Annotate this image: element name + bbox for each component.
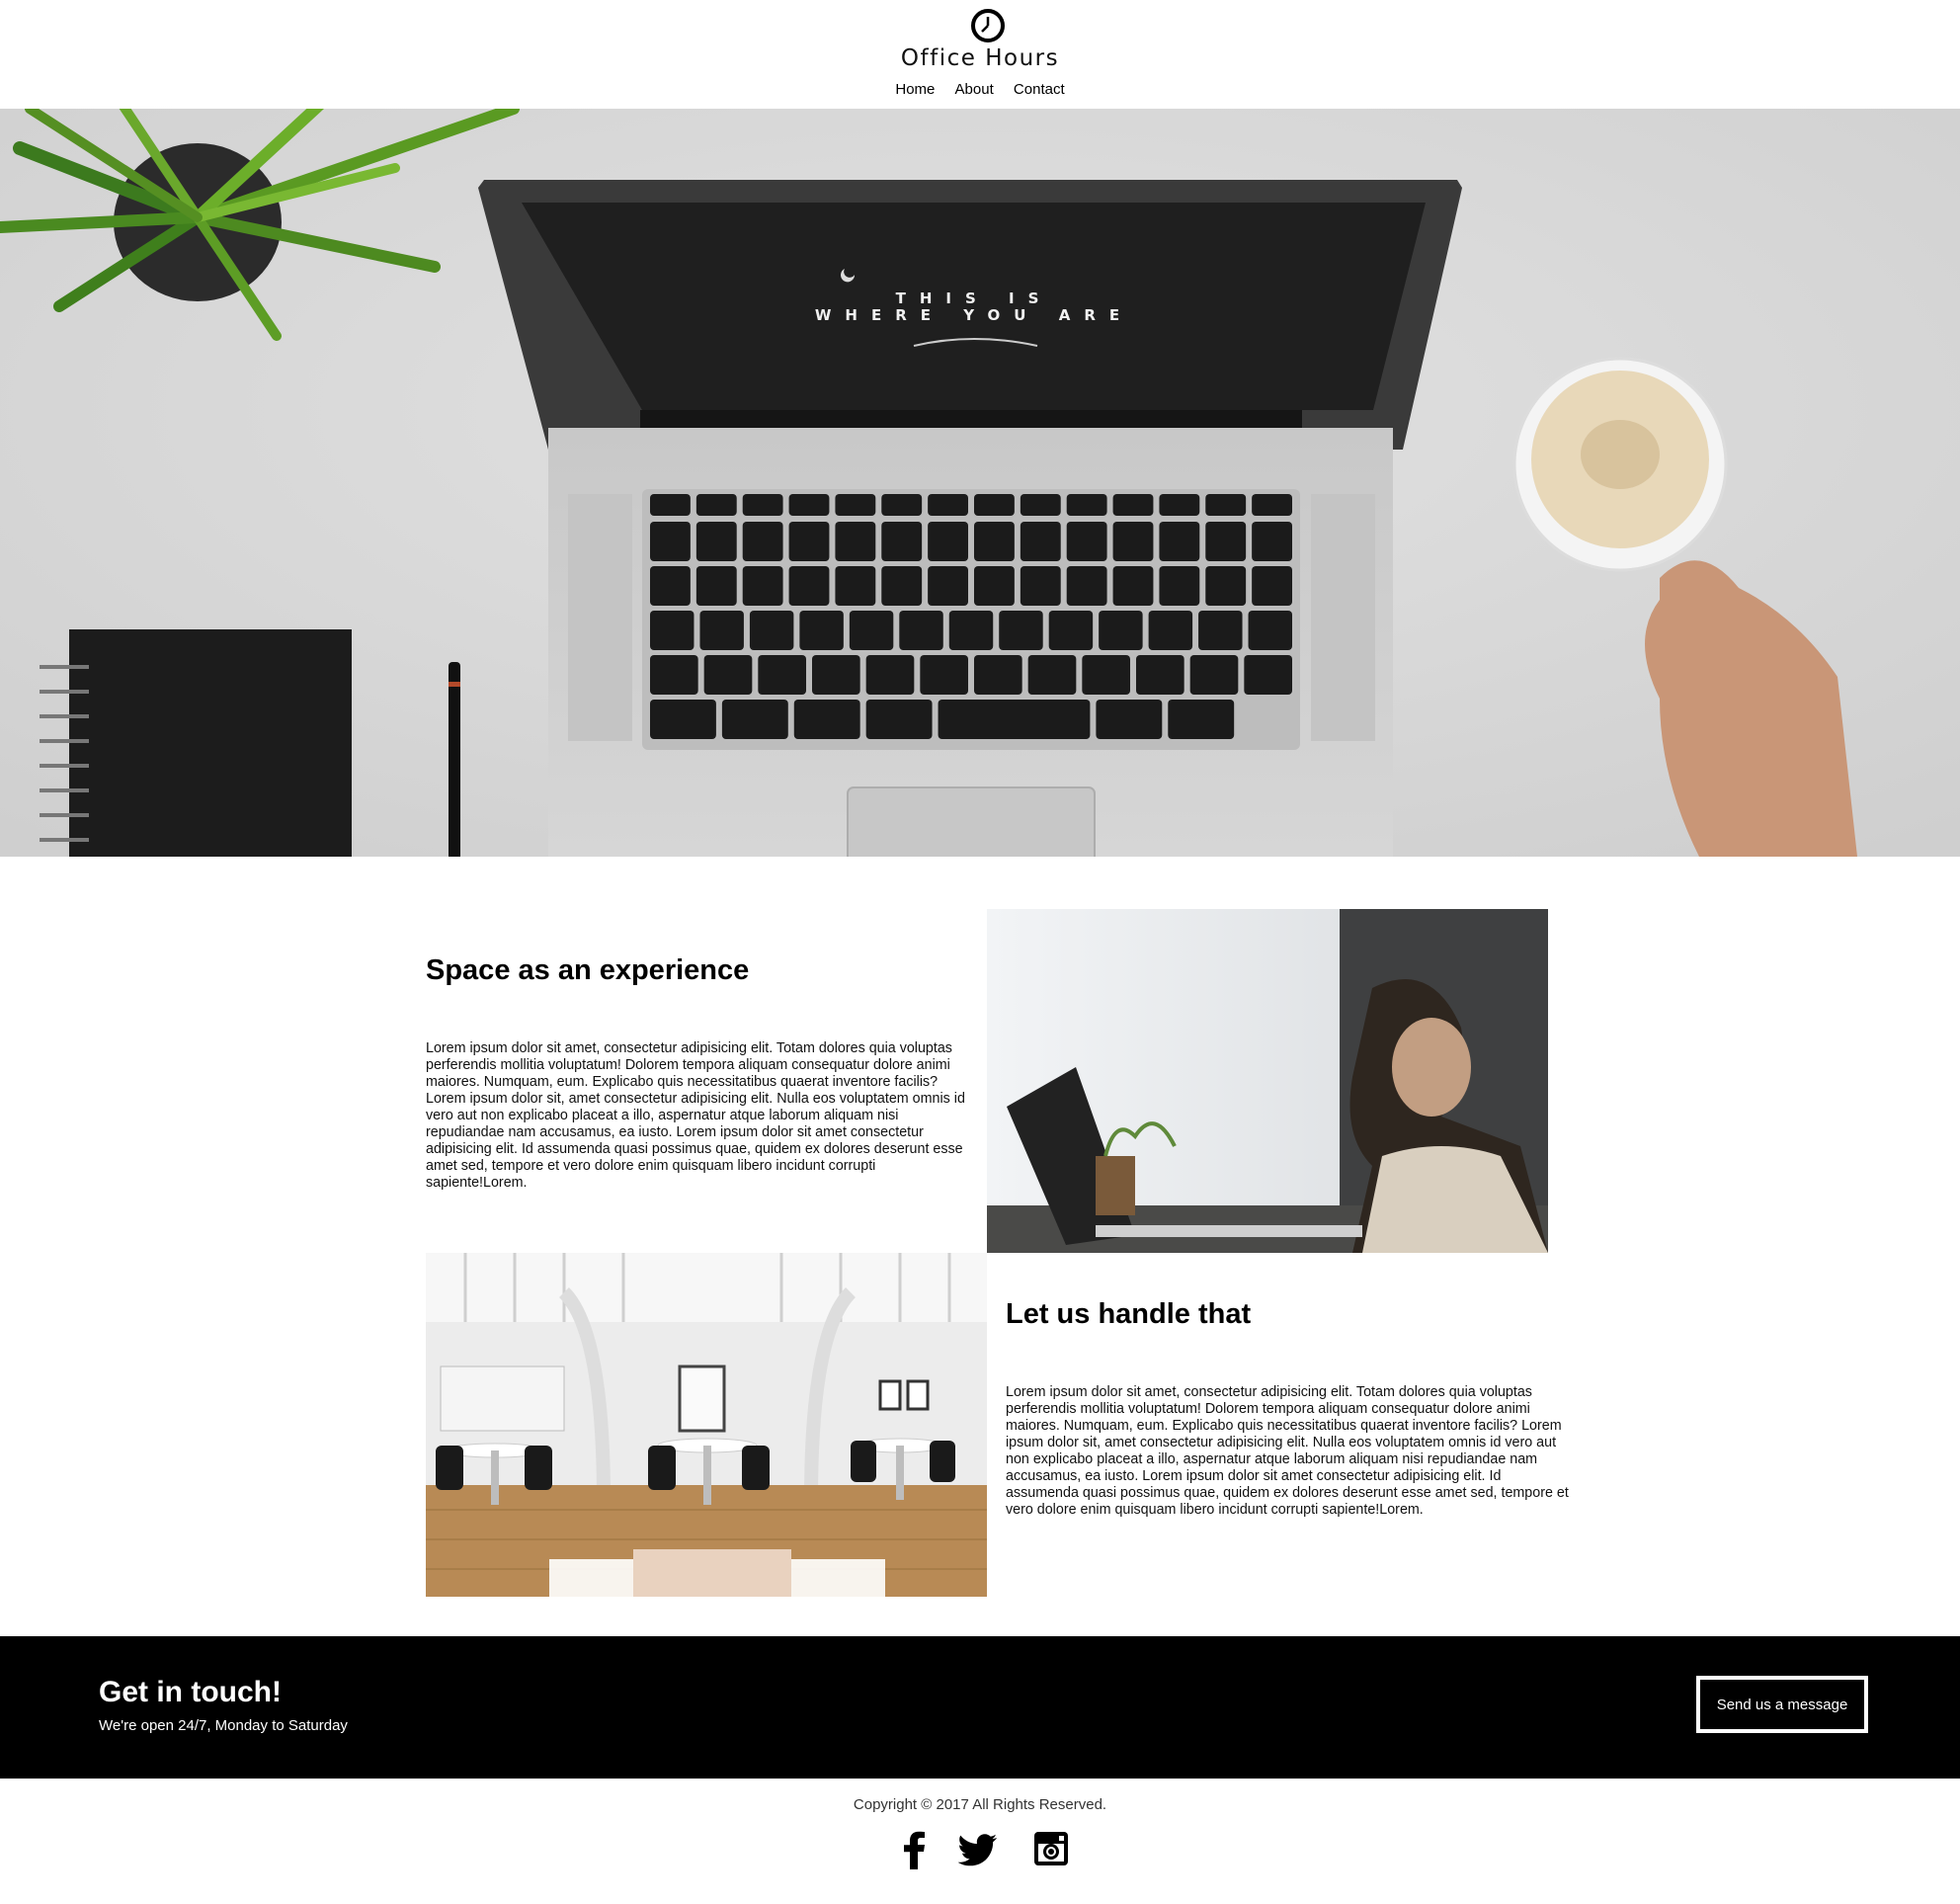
- nav-about[interactable]: About: [955, 81, 994, 98]
- notebook-illustration: [40, 629, 352, 857]
- contact-subtitle: We're open 24/7, Monday to Saturday: [99, 1717, 348, 1734]
- woman-with-laptop-photo: [987, 909, 1548, 1253]
- feature-1-body: Lorem ipsum dolor sit amet, consectetur …: [426, 1040, 965, 1191]
- screen-line-2: WHERE YOU ARE: [815, 306, 1133, 324]
- main-nav: Home About Contact: [0, 81, 1960, 98]
- brand-name[interactable]: Office Hours: [0, 45, 1960, 71]
- office-room-photo: [426, 1253, 987, 1597]
- hero-image: THIS IS WHERE YOU ARE: [0, 109, 1960, 857]
- copyright-text: Copyright © 2017 All Rights Reserved.: [853, 1796, 1107, 1813]
- coffee-cup-illustration: [1512, 357, 1728, 572]
- feature-2: Let us handle that Lorem ipsum dolor sit…: [1006, 1296, 1569, 1519]
- send-message-button[interactable]: Send us a message: [1696, 1676, 1868, 1733]
- pen-illustration: [449, 662, 460, 857]
- twitter-icon[interactable]: [958, 1830, 998, 1869]
- facebook-icon[interactable]: [895, 1830, 935, 1869]
- instagram-icon[interactable]: [1032, 1830, 1072, 1869]
- clock-icon: [971, 9, 1005, 42]
- laptop-illustration: THIS IS WHERE YOU ARE: [478, 180, 1462, 857]
- contact-band: Get in touch! We're open 24/7, Monday to…: [0, 1636, 1960, 1779]
- feature-2-title: Let us handle that: [1006, 1298, 1252, 1330]
- screen-line-1: THIS IS: [896, 290, 1053, 307]
- feature-1: Space as an experience Lorem ipsum dolor…: [426, 952, 969, 1192]
- site-header: Office Hours Home About Contact: [0, 0, 1960, 109]
- contact-title: Get in touch!: [99, 1676, 282, 1708]
- feature-2-body: Lorem ipsum dolor sit amet, consectetur …: [1006, 1384, 1569, 1518]
- nav-contact[interactable]: Contact: [1014, 81, 1065, 98]
- feature-1-title: Space as an experience: [426, 954, 750, 986]
- nav-home[interactable]: Home: [895, 81, 935, 98]
